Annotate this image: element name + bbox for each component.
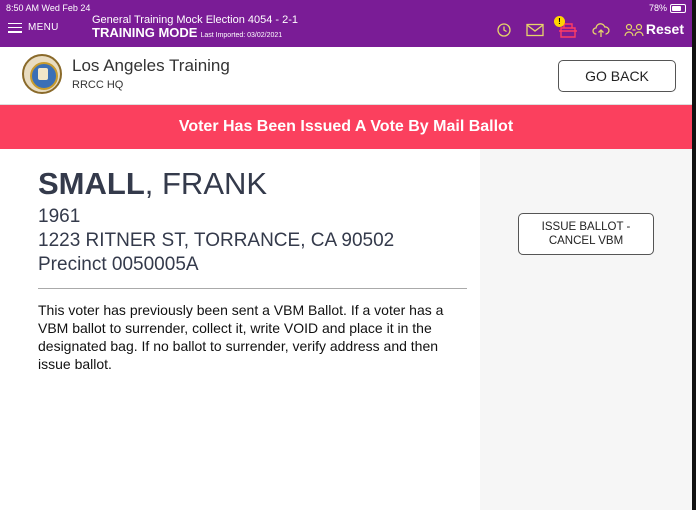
voter-birth-year: 1961 — [38, 206, 81, 227]
voter-last-name: SMALL — [38, 166, 145, 201]
status-banner: Voter Has Been Issued A Vote By Mail Bal… — [0, 105, 692, 149]
status-time: 8:50 AM Wed Feb 24 — [6, 3, 91, 13]
reset-button[interactable]: Reset — [646, 21, 684, 37]
voter-name: SMALL, FRANK — [38, 166, 267, 202]
top-bar: 8:50 AM Wed Feb 24 78% MENU General Trai… — [0, 0, 692, 47]
voter-address: 1223 RITNER ST, TORRANCE, CA 90502 — [38, 230, 395, 251]
last-imported: Last Imported: 03/02/2021 — [200, 32, 283, 39]
mode-text: TRAINING MODE — [92, 25, 198, 40]
issue-ballot-label-line2: CANCEL VBM — [548, 235, 624, 247]
instruction-message: This voter has previously been sent a VB… — [38, 302, 444, 372]
county-seal-icon — [22, 54, 62, 94]
actions-panel — [480, 149, 692, 510]
notification-badge: ! — [554, 16, 565, 27]
menu-button[interactable]: MENU — [8, 22, 59, 33]
hamburger-icon — [8, 22, 22, 33]
users-icon[interactable] — [624, 23, 644, 37]
org-name: Los Angeles Training — [72, 56, 230, 75]
issue-ballot-cancel-vbm-button[interactable]: ISSUE BALLOT - CANCEL VBM — [518, 213, 654, 255]
voter-first-name: , FRANK — [144, 166, 268, 201]
divider — [38, 288, 467, 289]
app-screen: 8:50 AM Wed Feb 24 78% MENU General Trai… — [0, 0, 692, 510]
cloud-upload-icon[interactable] — [592, 22, 610, 38]
go-back-button[interactable]: GO BACK — [558, 60, 676, 92]
menu-label: MENU — [28, 22, 59, 33]
battery-icon — [670, 3, 686, 13]
history-icon[interactable] — [496, 22, 512, 38]
ballot-box-icon[interactable]: ! — [554, 16, 578, 38]
mail-icon[interactable] — [526, 23, 544, 37]
org-location: RRCC HQ — [72, 79, 124, 91]
battery-percent: 78% — [648, 3, 667, 13]
training-mode-label: TRAINING MODE Last Imported: 03/02/2021 — [92, 25, 282, 40]
header: Los Angeles Training RRCC HQ GO BACK — [0, 47, 692, 105]
battery-indicator: 78% — [649, 3, 686, 13]
toolbar-icons: ! — [496, 16, 644, 38]
issue-ballot-label-line1: ISSUE BALLOT - — [541, 221, 631, 233]
voter-precinct: Precinct 0050005A — [38, 254, 199, 275]
